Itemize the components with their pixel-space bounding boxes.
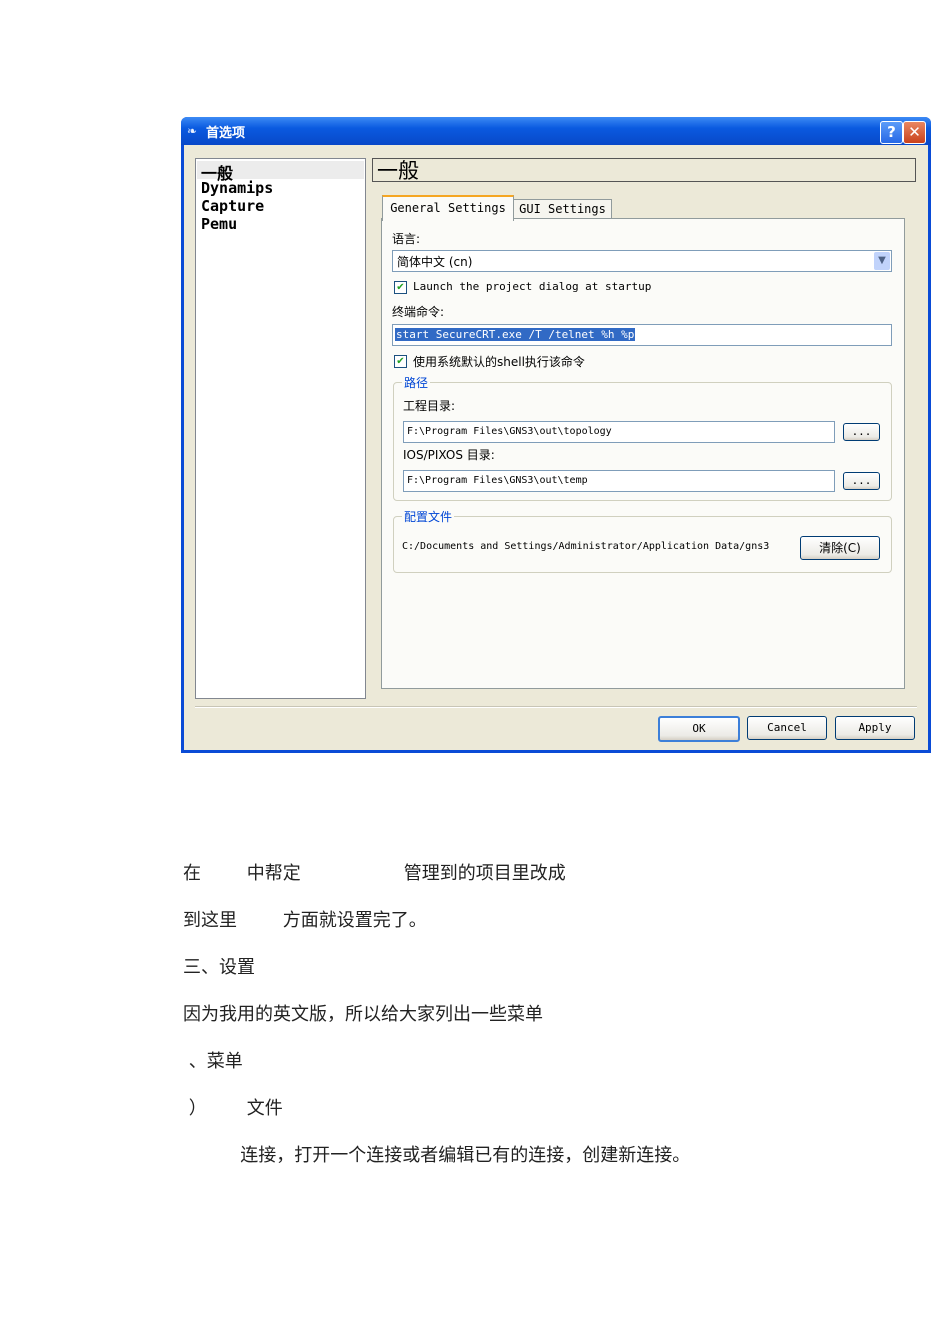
body-line-6: ） 文件 — [183, 1098, 283, 1119]
paths-group: 路径 工程目录: F:\Program Files\GNS3\out\topol… — [393, 374, 892, 501]
terminal-label: 终端命令: — [392, 305, 445, 319]
project-dir-value: F:\Program Files\GNS3\out\topology — [407, 426, 612, 437]
apply-button[interactable]: Apply — [835, 716, 915, 740]
help-button[interactable]: ? — [880, 121, 903, 144]
launch-checkbox-label: Launch the project dialog at startup — [413, 280, 652, 293]
language-select[interactable]: 简体中文 (cn) ▼ — [392, 250, 892, 272]
nav-item-dynamips[interactable]: Dynamips — [201, 179, 273, 197]
nav-item-capture[interactable]: Capture — [201, 197, 264, 215]
ios-dir-value: F:\Program Files\GNS3\out\temp — [407, 475, 588, 486]
close-button[interactable]: ✕ — [903, 121, 926, 144]
ios-dir-label: IOS/PIXOS 目录: — [403, 448, 495, 462]
clear-button[interactable]: 清除(C) — [800, 536, 880, 560]
launch-checkbox[interactable]: ✔ — [394, 281, 407, 294]
body-line-3: 三、设置 — [183, 957, 255, 978]
tab-gui-settings[interactable]: GUI Settings — [513, 199, 612, 219]
body-line-2: 到这里 方面就设置完了。 — [183, 910, 427, 931]
ok-button[interactable]: OK — [658, 716, 740, 742]
cancel-button[interactable]: Cancel — [747, 716, 827, 740]
tab-general-settings[interactable]: General Settings — [382, 195, 514, 221]
ios-dir-input[interactable]: F:\Program Files\GNS3\out\temp — [403, 470, 835, 492]
title-bar[interactable]: ❧ 首选项 ? ✕ — [181, 117, 931, 145]
shell-checkbox-label: 使用系统默认的shell执行该命令 — [413, 355, 585, 369]
separator — [195, 706, 917, 708]
body-line-4: 因为我用的英文版，所以给大家列出一些菜单 — [183, 1004, 543, 1025]
paths-group-title: 路径 — [402, 374, 431, 391]
dialog-title: 首选项 — [206, 126, 246, 141]
language-label: 语言: — [392, 232, 421, 246]
ios-dir-browse-button[interactable]: ... — [843, 472, 880, 490]
terminal-command-input[interactable]: start SecureCRT.exe /T /telnet %h %p — [392, 324, 892, 346]
config-group-title: 配置文件 — [402, 508, 455, 525]
config-group: 配置文件 C:/Documents and Settings/Administr… — [393, 508, 892, 573]
terminal-command-value: start SecureCRT.exe /T /telnet %h %p — [395, 328, 636, 341]
nav-item-pemu[interactable]: Pemu — [201, 215, 237, 233]
category-list[interactable]: 一般 Dynamips Capture Pemu — [195, 158, 366, 699]
body-line-7: 连接，打开一个连接或者编辑已有的连接，创建新连接。 — [183, 1145, 691, 1166]
preferences-dialog: ❧ 首选项 ? ✕ 一般 Dynamips Capture Pemu 一般 Ge… — [181, 117, 931, 753]
section-header: 一般 — [372, 158, 916, 183]
project-dir-label: 工程目录: — [403, 399, 456, 413]
language-value: 简体中文 (cn) — [397, 255, 473, 269]
body-line-1: 在 中帮定 管理到的项目里改成 — [183, 863, 566, 884]
shell-checkbox[interactable]: ✔ — [394, 355, 407, 368]
project-dir-input[interactable]: F:\Program Files\GNS3\out\topology — [403, 421, 835, 443]
app-icon: ❧ — [187, 124, 198, 138]
body-line-5: 、菜单 — [183, 1051, 243, 1072]
tab-panel: 语言: 简体中文 (cn) ▼ ✔ Launch the project dia… — [381, 218, 905, 689]
dialog-body: 一般 Dynamips Capture Pemu 一般 General Sett… — [184, 145, 928, 750]
chevron-down-icon[interactable]: ▼ — [874, 252, 890, 270]
project-dir-browse-button[interactable]: ... — [843, 423, 880, 441]
config-path: C:/Documents and Settings/Administrator/… — [402, 541, 770, 552]
